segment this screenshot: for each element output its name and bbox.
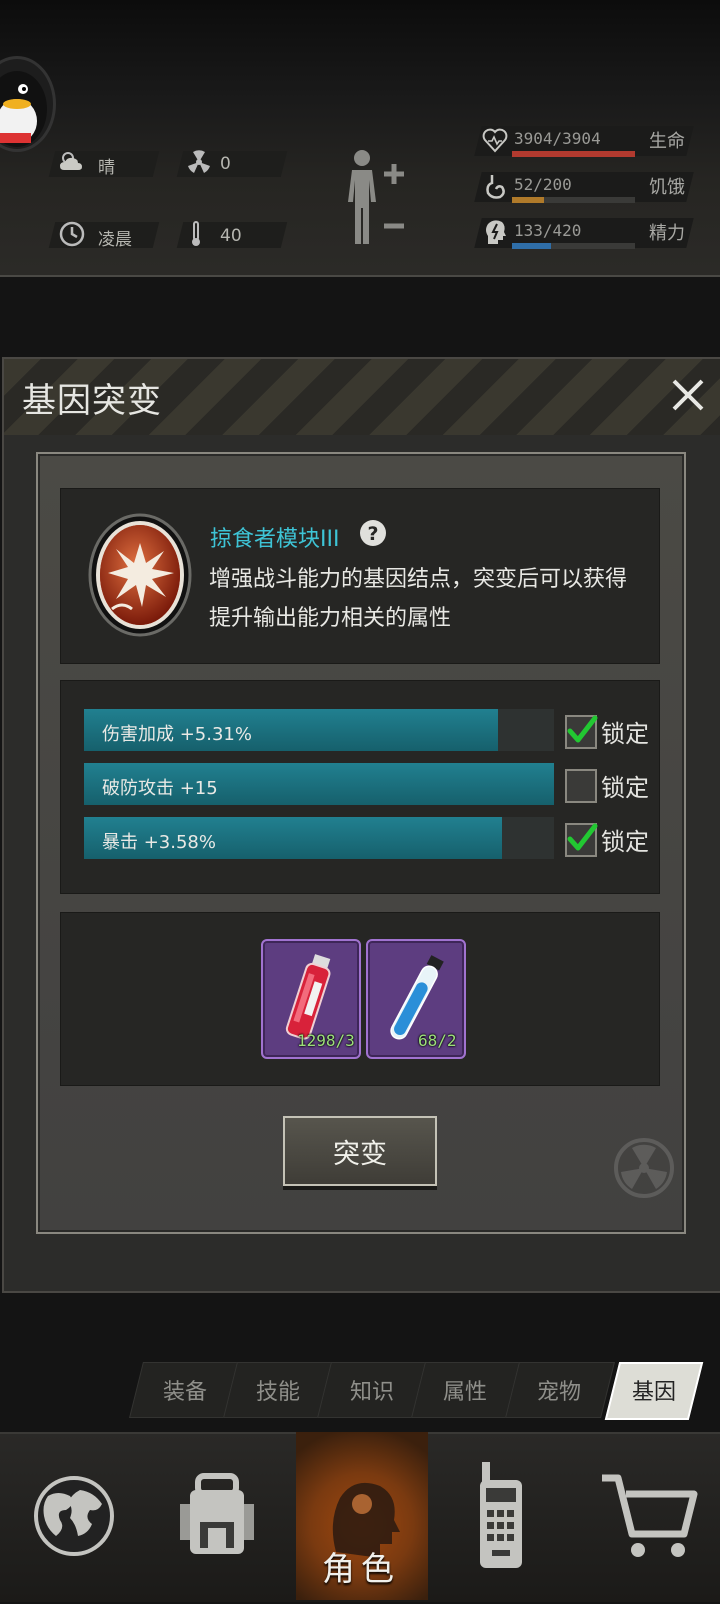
health-label: 生命	[649, 131, 685, 152]
radiation-value: 0	[220, 154, 231, 174]
lock-label-3: 锁定	[601, 828, 649, 856]
close-icon	[672, 379, 704, 411]
hunger-bar-fill	[512, 197, 544, 203]
attribute-3-text: 暴击 +3.58%	[102, 832, 216, 853]
energy-label: 精力	[649, 223, 685, 244]
gene-description: 增强战斗能力的基因结点，突变后可以获得 提升输出能力相关的属性	[209, 560, 649, 638]
gene-name: 掠食者模块III	[210, 527, 340, 552]
svg-text:?: ?	[367, 523, 378, 545]
thermometer-icon	[186, 220, 212, 246]
hunger-label: 饥饿	[649, 177, 685, 198]
temperature-value: 40	[220, 226, 242, 246]
nav-world[interactable]	[4, 1432, 144, 1600]
clock-icon	[58, 220, 85, 247]
blue-serum-count: 68/2	[418, 1031, 457, 1050]
lock-checkbox-1[interactable]	[565, 715, 598, 749]
attribute-1-text: 伤害加成 +5.31%	[102, 724, 252, 745]
globe-icon	[34, 1476, 114, 1556]
red-serum-item[interactable]: 1298/3	[261, 939, 361, 1059]
tab-knowledge-label: 知识	[350, 1380, 395, 1405]
radiation-icon	[186, 149, 212, 175]
tab-attributes-label: 属性	[443, 1380, 488, 1405]
predator-gene-icon	[88, 513, 192, 641]
dialog-title: 基因突变	[22, 381, 162, 421]
gene-description-line-1: 增强战斗能力的基因结点，突变后可以获得	[209, 567, 628, 592]
nav-character[interactable]: 角色	[296, 1432, 428, 1600]
tab-skills-label: 技能	[256, 1380, 301, 1405]
health-bar-fill	[512, 151, 635, 157]
cart-icon	[602, 1474, 698, 1557]
nav-backpack[interactable]	[146, 1432, 286, 1600]
tab-equipment-label: 装备	[163, 1380, 208, 1405]
body-status-button[interactable]	[342, 146, 412, 256]
cloud-sun-icon	[58, 148, 84, 174]
stomach-icon	[484, 173, 508, 203]
energy-bar	[512, 243, 635, 249]
close-button[interactable]	[664, 367, 714, 423]
energy-head-icon	[484, 218, 508, 250]
checkmark-icon	[567, 823, 598, 851]
radiation-watermark-icon	[612, 1136, 676, 1204]
radio-icon	[480, 1462, 522, 1568]
gene-description-line-2: 提升输出能力相关的属性	[209, 606, 452, 631]
attribute-2-text: 破防攻击 +15	[102, 778, 218, 799]
health-bar	[512, 151, 635, 157]
mutate-button[interactable]: 突变	[283, 1116, 437, 1186]
nav-radio[interactable]	[436, 1432, 576, 1600]
help-icon[interactable]: ?	[360, 520, 386, 546]
lock-checkbox-3[interactable]	[565, 823, 598, 857]
tab-pets-label: 宠物	[537, 1380, 582, 1405]
heart-icon	[482, 127, 508, 157]
nav-character-label: 角色	[322, 1549, 400, 1588]
hunger-value: 52/200	[514, 175, 572, 194]
backpack-icon	[180, 1473, 254, 1554]
energy-bar-fill	[512, 243, 552, 249]
blue-serum-item[interactable]: 68/2	[366, 939, 466, 1059]
lock-label-1: 锁定	[601, 720, 649, 748]
tab-genes-label: 基因	[632, 1380, 677, 1405]
lock-checkbox-2[interactable]	[565, 769, 597, 803]
penguin-avatar-icon	[0, 71, 47, 147]
checkmark-icon	[567, 715, 598, 743]
nav-shop[interactable]	[580, 1432, 720, 1600]
weather-text: 晴	[98, 158, 115, 178]
red-serum-count: 1298/3	[297, 1031, 355, 1050]
hunger-bar	[512, 197, 635, 203]
health-value: 3904/3904	[514, 129, 601, 148]
human-body-icon	[348, 150, 404, 244]
time-text: 凌晨	[98, 230, 132, 250]
lock-label-2: 锁定	[601, 774, 649, 802]
energy-value: 133/420	[514, 221, 582, 240]
